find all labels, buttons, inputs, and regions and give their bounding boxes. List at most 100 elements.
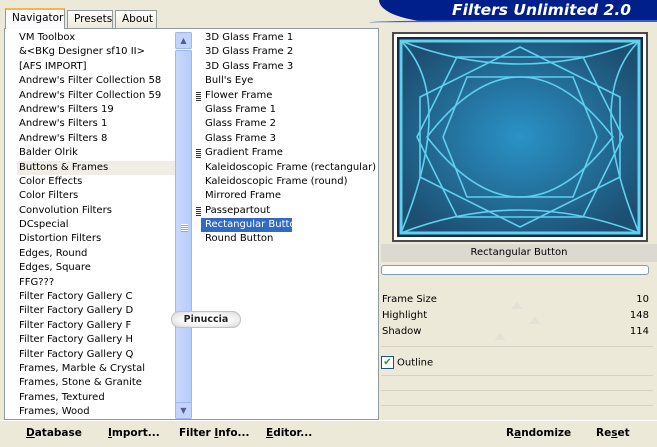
import-button[interactable]: Import... — [108, 427, 160, 439]
category-item[interactable]: [AFS IMPORT] — [17, 60, 177, 74]
filter-label: Mirrored Frame — [205, 190, 282, 202]
category-item[interactable]: Color Effects — [17, 175, 177, 189]
filter-info-button[interactable]: Filter Info... — [179, 427, 250, 439]
outline-checkbox[interactable]: ✔ — [381, 356, 394, 369]
group-marker-icon — [196, 91, 201, 101]
filter-label: Glass Frame 2 — [205, 118, 276, 130]
randomize-button[interactable]: Randomize — [506, 427, 571, 439]
category-item[interactable]: Andrew's Filter Collection 58 — [17, 74, 177, 88]
category-item[interactable]: Edges, Round — [17, 247, 177, 261]
button-bar: Database Import... Filter Info... Editor… — [0, 420, 657, 447]
preview-frame — [392, 32, 648, 242]
filter-item[interactable]: Kaleidoscopic Frame (rectangular) — [201, 161, 376, 175]
filter-label: 3D Glass Frame 2 — [205, 46, 294, 58]
category-item[interactable]: Convolution Filters — [17, 204, 177, 218]
filter-label: Flower Frame — [205, 89, 273, 101]
category-item[interactable]: &<BKg Designer sf10 II> — [17, 45, 177, 59]
param-shadow[interactable]: Shadow 114 — [381, 324, 653, 340]
category-item[interactable]: Edges, Square — [17, 261, 177, 275]
category-item[interactable]: Frames, Stone & Granite — [17, 376, 177, 390]
filter-item[interactable]: Mirrored Frame — [201, 189, 376, 203]
category-scrollbar[interactable]: ▲ ▼ — [175, 32, 192, 419]
filter-item[interactable]: 3D Glass Frame 1 — [201, 31, 376, 45]
category-item[interactable]: Filter Factory Gallery F — [17, 319, 177, 333]
filter-label: Rectangular Button — [205, 219, 302, 231]
scroll-up-button[interactable]: ▲ — [175, 32, 192, 49]
category-item[interactable]: Distortion Filters — [17, 232, 177, 246]
category-item[interactable]: Andrew's Filters 19 — [17, 103, 177, 117]
filter-item[interactable]: Glass Frame 1 — [201, 103, 376, 117]
divider — [381, 390, 653, 391]
divider — [381, 346, 653, 347]
filter-item[interactable]: Rectangular Button — [201, 218, 302, 233]
filter-item[interactable]: Gradient Frame — [196, 146, 376, 160]
filter-label: Glass Frame 1 — [205, 103, 276, 115]
filter-item[interactable]: 3D Glass Frame 3 — [201, 60, 376, 74]
filter-label: 3D Glass Frame 3 — [205, 60, 294, 72]
category-list: VM Toolbox &<BKg Designer sf10 II> [AFS IM… — [17, 31, 177, 420]
category-item[interactable]: Color Filters — [17, 189, 177, 203]
category-item[interactable]: Frames, Textured — [17, 391, 177, 405]
category-item[interactable]: Filter Factory Gallery C — [17, 290, 177, 304]
filter-item[interactable]: Flower Frame — [196, 89, 376, 103]
outline-label: Outline — [397, 357, 434, 369]
param-label: Shadow — [382, 326, 422, 337]
filter-label: Kaleidoscopic Frame (rectangular) — [205, 161, 377, 173]
reset-button[interactable]: Reset — [596, 427, 630, 439]
filter-label: Passepartout — [205, 204, 271, 216]
preview-image — [397, 37, 643, 237]
category-item[interactable]: Balder Olrik — [17, 146, 177, 160]
preview-background — [401, 41, 639, 233]
filter-item[interactable]: Bull's Eye — [201, 74, 376, 88]
scroll-down-button[interactable]: ▼ — [175, 402, 192, 419]
filter-item[interactable]: Glass Frame 2 — [201, 117, 376, 131]
tab-about[interactable]: About — [115, 10, 157, 28]
filter-label: Round Button — [205, 233, 274, 245]
filter-item[interactable]: Passepartout — [196, 204, 376, 218]
category-item[interactable]: Andrew's Filters 1 — [17, 117, 177, 131]
app-banner: Filters Unlimited 2.0 — [369, 0, 657, 22]
filter-label: 3D Glass Frame 1 — [205, 32, 294, 43]
category-item[interactable]: Filter Factory Gallery Q — [17, 348, 177, 362]
filter-label: Bull's Eye — [205, 75, 254, 87]
category-item[interactable]: Filter Factory Gallery H — [17, 333, 177, 347]
filter-label: Kaleidoscopic Frame (round) — [205, 175, 348, 187]
slider-thumb-highlight[interactable] — [529, 317, 541, 324]
group-marker-icon — [196, 149, 201, 159]
category-item[interactable]: Filter Factory Gallery D — [17, 304, 177, 318]
preview-filter-name: Rectangular Button — [381, 244, 657, 262]
category-item[interactable]: Andrew's Filter Collection 59 — [17, 89, 177, 103]
param-value: 10 — [636, 294, 649, 305]
category-item[interactable]: Frames, Marble & Crystal — [17, 362, 177, 376]
category-item[interactable]: Frames, Wood — [17, 405, 177, 419]
divider — [381, 375, 653, 376]
database-button[interactable]: Database — [26, 427, 82, 439]
scroll-thumb[interactable] — [175, 50, 192, 416]
scroll-grip-icon — [181, 224, 188, 232]
filter-label: Gradient Frame — [205, 147, 283, 159]
group-marker-icon — [196, 206, 201, 216]
slider-thumb-shadow[interactable] — [494, 333, 506, 340]
filter-item[interactable]: Kaleidoscopic Frame (round) — [201, 175, 376, 189]
category-item[interactable]: Andrew's Filters 8 — [17, 132, 177, 146]
filter-item[interactable]: 3D Glass Frame 2 — [201, 45, 376, 59]
param-highlight[interactable]: Highlight 148 — [381, 308, 653, 324]
navigator-panel: VM Toolbox &<BKg Designer sf10 II> [AFS IM… — [4, 28, 379, 420]
category-item[interactable]: Buttons & Frames — [17, 160, 177, 175]
tab-navigator[interactable]: Navigator — [5, 8, 65, 29]
divider — [381, 405, 653, 406]
outline-option[interactable]: ✔ Outline — [381, 356, 433, 372]
param-label: Highlight — [382, 310, 428, 321]
slider-thumb-frame-size[interactable] — [511, 302, 523, 309]
tab-label: Presets — [74, 13, 113, 25]
param-value: 114 — [629, 326, 649, 337]
tab-label: Navigator — [12, 12, 64, 24]
editor-button[interactable]: Editor... — [266, 427, 312, 439]
tab-presets[interactable]: Presets — [67, 10, 113, 28]
filter-item[interactable]: Round Button — [201, 232, 376, 246]
category-item[interactable]: FFG??? — [17, 276, 177, 290]
category-item[interactable]: VM Toolbox — [17, 31, 177, 45]
preview-pane: Rectangular Button Frame Size 10 Highlig… — [381, 28, 657, 420]
filter-item[interactable]: Glass Frame 3 — [201, 132, 376, 146]
category-item[interactable]: DCspecial — [17, 218, 177, 232]
